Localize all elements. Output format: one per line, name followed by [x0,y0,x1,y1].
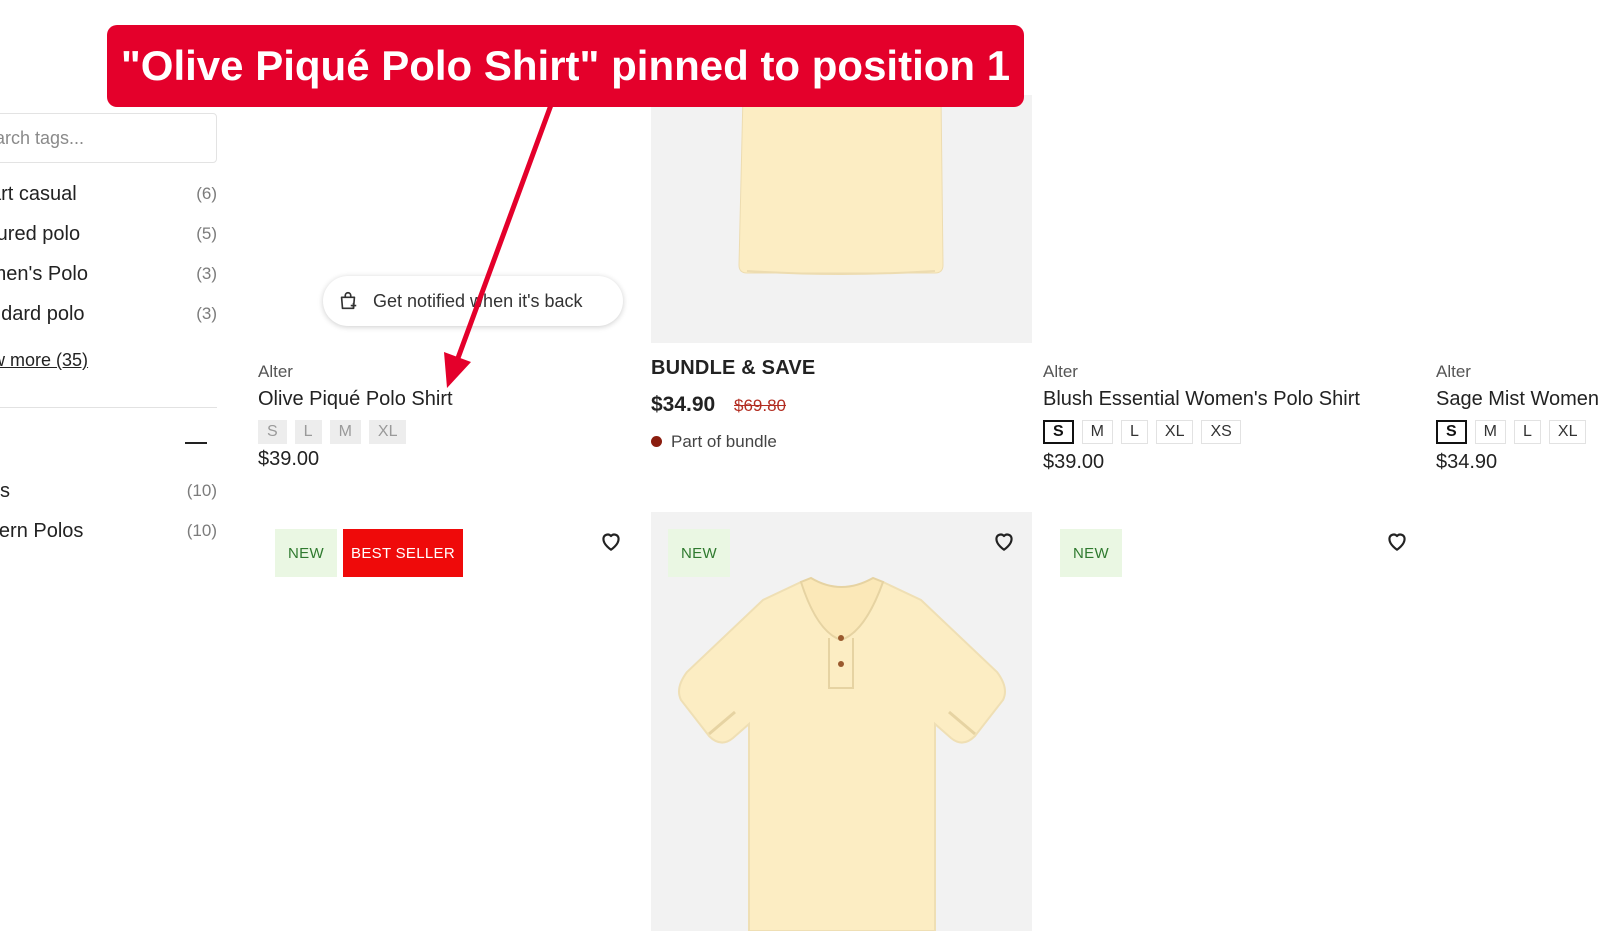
annotation-banner: "Olive Piqué Polo Shirt" pinned to posit… [107,25,1024,107]
size-option[interactable]: M [1474,420,1506,444]
product-brand: Alter [1436,362,1471,381]
wishlist-heart-icon[interactable] [1384,528,1410,554]
size-option[interactable]: XL [1548,420,1587,444]
wishlist-heart-icon[interactable] [598,528,624,554]
product-price: $34.90 [1436,451,1498,473]
wishlist-heart-icon[interactable] [991,528,1017,554]
size-option[interactable]: L [1514,420,1541,444]
size-options: S M L XL [1436,420,1587,444]
product-name[interactable]: Sage Mist Women's Polo Shirt [1436,388,1600,411]
new-badge: NEW [1060,529,1122,577]
size-option[interactable]: S [1436,420,1467,444]
new-badge: NEW [275,529,337,577]
best-seller-badge: BEST SELLER [343,529,463,577]
new-badge: NEW [668,529,730,577]
